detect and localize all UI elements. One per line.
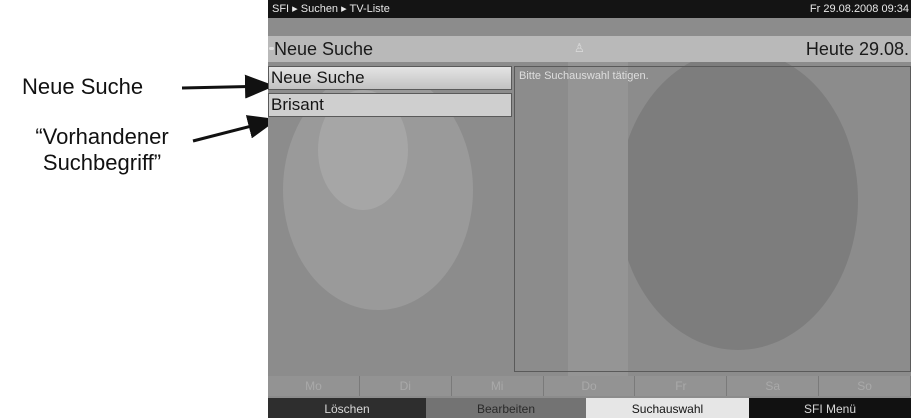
day-do[interactable]: Do xyxy=(543,376,636,396)
status-bar: SFI ▸ Suchen ▸ TV-Liste Fr 29.08.2008 09… xyxy=(268,0,911,18)
day-di[interactable]: Di xyxy=(359,376,452,396)
arrow-to-existing-term xyxy=(192,115,278,143)
annotation-existing-term: “Vorhandener Suchbegriff” xyxy=(7,124,197,176)
header-date: Heute 29.08. xyxy=(805,39,909,59)
breadcrumb: SFI ▸ Suchen ▸ TV-Liste xyxy=(272,3,390,15)
search-selection-button[interactable]: Suchauswahl xyxy=(586,398,749,418)
day-bar: Mo Di Mi Do Fr Sa So xyxy=(268,376,911,396)
color-button-bar: Löschen Bearbeiten Suchauswahl SFI Menü xyxy=(268,398,911,418)
day-sa[interactable]: Sa xyxy=(727,376,820,396)
clock: Fr 29.08.2008 09:34 xyxy=(809,3,909,15)
list-item-new-search[interactable]: Neue Suche xyxy=(268,66,512,90)
day-fr[interactable]: Fr xyxy=(635,376,728,396)
edit-button[interactable]: Bearbeiten xyxy=(426,398,586,418)
tv-screen: SFI ▸ Suchen ▸ TV-Liste Fr 29.08.2008 09… xyxy=(268,0,911,418)
annotation-existing-term-line2: Suchbegriff” xyxy=(42,150,162,175)
person-icon: ♙ xyxy=(574,41,585,55)
day-mo[interactable]: Mo xyxy=(268,376,360,396)
day-mi[interactable]: Mi xyxy=(451,376,544,396)
arrow-to-new-search xyxy=(181,74,275,99)
sfi-menu-button[interactable]: SFI Menü xyxy=(749,398,911,418)
list-item-brisant[interactable]: Brisant xyxy=(268,93,512,117)
info-panel: Bitte Suchauswahl tätigen. xyxy=(514,66,911,372)
day-so[interactable]: So xyxy=(819,376,911,396)
search-list: Neue Suche Brisant xyxy=(268,66,512,120)
annotation-existing-term-line1: “Vorhandener xyxy=(35,124,169,149)
delete-button[interactable]: Löschen xyxy=(268,398,426,418)
annotation-new-search: Neue Suche xyxy=(22,74,144,99)
page-title: Neue Suche xyxy=(274,39,374,59)
info-text: Bitte Suchauswahl tätigen. xyxy=(519,70,649,82)
title-bar: Neue Suche ♙ Heute 29.08. xyxy=(268,36,911,62)
